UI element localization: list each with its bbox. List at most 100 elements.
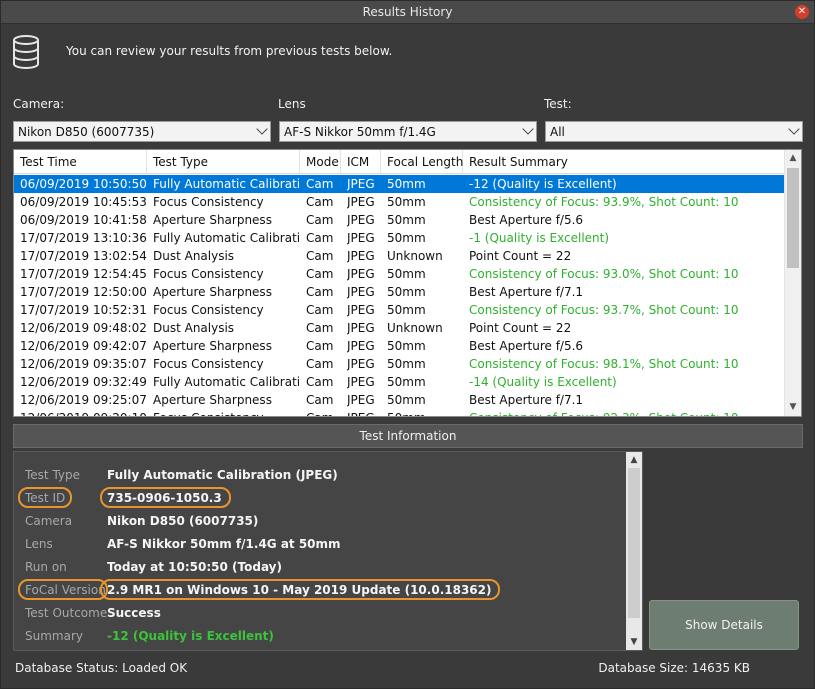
camera-select[interactable]: Nikon D850 (6007735) <box>13 121 271 142</box>
column-header-test-type[interactable]: Test Type <box>147 150 300 174</box>
cell-test-type: Fully Automatic Calibration <box>153 177 300 191</box>
column-header-test-time[interactable]: Test Time <box>14 150 147 174</box>
column-header-icm[interactable]: ICM <box>341 150 381 174</box>
cell-focal-length: 50mm <box>387 357 426 371</box>
table-row[interactable]: 12/06/2019 09:35:07 Focus Consistency Cam J… <box>14 355 785 373</box>
table-scrollbar[interactable]: ▲ ▼ <box>784 150 801 416</box>
info-value: Success <box>107 606 161 620</box>
cell-result-summary: Consistency of Focus: 98.1%, Shot Count:… <box>469 357 739 371</box>
table-row[interactable]: 12/06/2019 09:20:10 Focus Consistency Cam J… <box>14 409 785 416</box>
table-row[interactable]: 06/09/2019 10:41:58 Aperture Sharpness Cam… <box>14 211 785 229</box>
cell-test-time: 12/06/2019 09:35:07 <box>20 357 147 371</box>
cell-test-type: Aperture Sharpness <box>153 339 272 353</box>
cell-test-type: Focus Consistency <box>153 303 264 317</box>
cell-mode: Cam <box>306 231 334 245</box>
table-row[interactable]: 06/09/2019 10:50:50 Fully Automatic Calib… <box>14 175 785 193</box>
cell-test-type: Focus Consistency <box>153 411 300 416</box>
database-size: Database Size: 14635 KB <box>598 661 750 675</box>
column-header-focal-length[interactable]: Focal Length <box>381 150 463 174</box>
cell-test-type: Focus Consistency <box>153 267 264 281</box>
cell-icm: JPEG <box>347 357 375 371</box>
highlight-ring <box>100 579 500 600</box>
cell-focal-length: Unknown <box>387 249 443 263</box>
cell-result-summary: -14 (Quality is Excellent) <box>469 375 617 389</box>
cell-focal-length: 50mm <box>387 411 463 416</box>
cell-focal-length: 50mm <box>387 375 426 389</box>
cell-mode: Cam <box>306 285 334 299</box>
cell-mode: Cam <box>306 213 334 227</box>
cell-icm: JPEG <box>347 231 375 245</box>
table-row[interactable]: 17/07/2019 13:02:54 Dust Analysis Cam JPEG U… <box>14 247 785 265</box>
test-select[interactable]: All <box>545 121 803 142</box>
cell-icm: JPEG <box>347 249 375 263</box>
scroll-down-icon[interactable]: ▼ <box>785 399 801 416</box>
info-label: Summary <box>25 629 83 643</box>
column-header-result-summary[interactable]: Result Summary <box>463 150 785 174</box>
cell-mode: Cam <box>306 321 334 335</box>
cell-icm: JPEG <box>347 321 375 335</box>
test-select-value: All <box>550 125 565 139</box>
cell-result-summary: Best Aperture f/7.1 <box>469 393 584 407</box>
table-row[interactable]: 12/06/2019 09:25:07 Aperture Sharpness Cam… <box>14 391 785 409</box>
show-details-button[interactable]: Show Details <box>649 600 799 650</box>
cell-mode: Cam <box>306 267 334 281</box>
cell-test-type: Aperture Sharpness <box>153 285 272 299</box>
cell-icm: JPEG <box>347 213 375 227</box>
table-row[interactable]: 17/07/2019 12:54:45 Focus Consistency Cam J… <box>14 265 785 283</box>
database-icon <box>13 35 39 69</box>
cell-icm: JPEG <box>347 393 375 407</box>
info-value: Nikon D850 (6007735) <box>107 514 259 528</box>
cell-focal-length: 50mm <box>387 393 426 407</box>
scroll-up-icon[interactable]: ▲ <box>626 452 642 468</box>
table-row[interactable]: 17/07/2019 13:10:36 Fully Automatic Calib… <box>14 229 785 247</box>
close-icon[interactable]: ✕ <box>795 5 809 19</box>
table-row[interactable]: 06/09/2019 10:45:53 Focus Consistency Cam J… <box>14 193 785 211</box>
column-header-mode[interactable]: Mode <box>300 150 341 174</box>
cell-mode: Cam <box>306 249 334 263</box>
cell-test-time: 17/07/2019 13:02:54 <box>20 249 147 263</box>
table-row[interactable]: 12/06/2019 09:48:02 Dust Analysis Cam JPEG U… <box>14 319 785 337</box>
cell-test-time: 12/06/2019 09:25:07 <box>20 393 147 407</box>
table-body: 06/09/2019 10:50:50 Fully Automatic Calib… <box>14 175 785 416</box>
info-scrollbar[interactable]: ▲ ▼ <box>626 452 642 650</box>
cell-test-type: Dust Analysis <box>153 249 235 263</box>
window-title: Results History <box>362 5 453 19</box>
table-row[interactable]: 12/06/2019 09:32:49 Fully Automatic Calib… <box>14 373 785 391</box>
results-table[interactable]: Test Time Test Type Mode ICM Focal Lengt… <box>13 149 802 417</box>
camera-label: Camera: <box>13 97 65 111</box>
cell-focal-length: 50mm <box>387 177 426 191</box>
cell-test-type: Focus Consistency <box>153 357 264 371</box>
info-value: -12 (Quality is Excellent) <box>107 629 274 643</box>
table-row[interactable]: 12/06/2019 09:42:07 Aperture Sharpness Cam… <box>14 337 785 355</box>
lens-select[interactable]: AF-S Nikkor 50mm f/1.4G <box>279 121 537 142</box>
table-row[interactable]: 17/07/2019 10:52:31 Focus Consistency Cam J… <box>14 301 785 319</box>
cell-mode: Cam <box>306 393 334 407</box>
cell-mode: Cam <box>306 195 334 209</box>
cell-result-summary: Best Aperture f/5.6 <box>469 213 584 227</box>
highlight-ring <box>18 579 108 600</box>
cell-result-summary: Point Count = 22 <box>469 249 572 263</box>
cell-test-time: 06/09/2019 10:50:50 <box>20 177 147 191</box>
cell-result-summary: -1 (Quality is Excellent) <box>469 231 610 245</box>
intro-text: You can review your results from previou… <box>66 44 393 58</box>
cell-focal-length: 50mm <box>387 213 426 227</box>
cell-result-summary: Consistency of Focus: 93.7%, Shot Count:… <box>469 303 739 317</box>
scroll-down-icon[interactable]: ▼ <box>626 634 642 650</box>
cell-test-type: Dust Analysis <box>153 321 235 335</box>
cell-icm: JPEG <box>347 303 375 317</box>
info-value: Fully Automatic Calibration (JPEG) <box>107 468 338 482</box>
cell-icm: JPEG <box>347 177 375 191</box>
test-label: Test: <box>544 97 572 111</box>
cell-focal-length: 50mm <box>387 231 426 245</box>
cell-icm: JPEG <box>347 195 375 209</box>
chevron-down-icon <box>788 123 800 135</box>
cell-result-summary: Consistency of Focus: 93.9%, Shot Count:… <box>469 195 739 209</box>
table-row[interactable]: 17/07/2019 12:50:00 Aperture Sharpness Cam… <box>14 283 785 301</box>
cell-mode: Cam <box>306 375 334 389</box>
scroll-up-icon[interactable]: ▲ <box>785 150 801 167</box>
scroll-thumb[interactable] <box>787 168 799 268</box>
scroll-thumb[interactable] <box>628 468 640 618</box>
info-label: Test Type <box>25 468 81 482</box>
highlight-ring <box>100 487 231 508</box>
cell-result-summary: Consistency of Focus: 92.3%, Shot Count:… <box>469 411 783 416</box>
